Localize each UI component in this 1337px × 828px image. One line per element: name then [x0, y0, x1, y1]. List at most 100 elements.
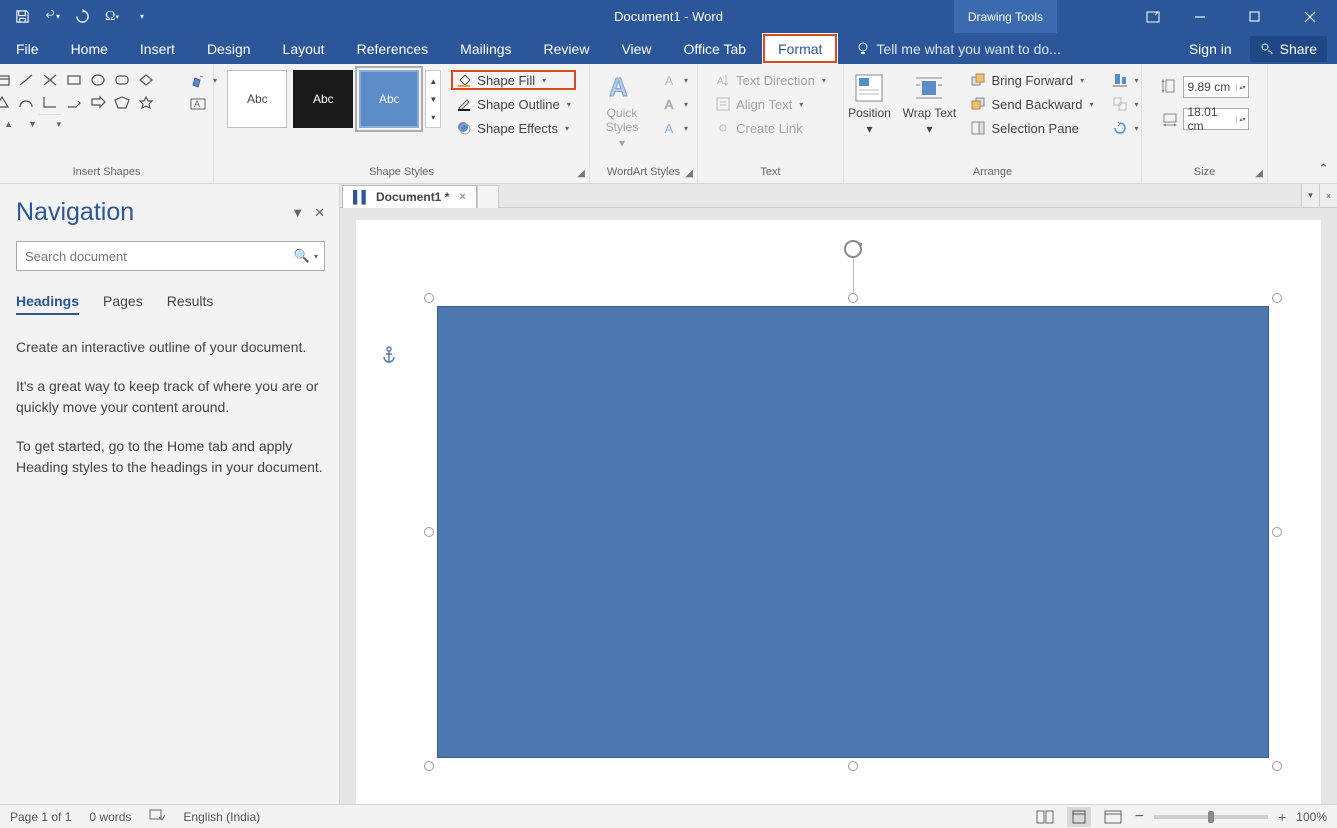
zoom-out-icon[interactable]: − [1135, 808, 1144, 826]
new-tab-button[interactable] [477, 185, 499, 208]
create-link-button[interactable]: Create Link [710, 118, 831, 138]
style-preset-1[interactable]: Abc [227, 70, 287, 128]
nav-close-icon[interactable]: ✕ [314, 205, 325, 221]
style-preset-2[interactable]: Abc [293, 70, 353, 128]
resize-handle[interactable] [848, 293, 858, 303]
position-button[interactable]: Position▾ [841, 70, 897, 136]
qat-more-icon[interactable]: ▾ [134, 9, 150, 25]
group-label-insert-shapes: Insert Shapes [6, 163, 207, 183]
tab-file[interactable]: File [0, 33, 55, 64]
resize-handle[interactable] [1272, 761, 1282, 771]
tab-view[interactable]: View [605, 33, 667, 64]
sign-in-link[interactable]: Sign in [1189, 41, 1232, 57]
web-layout-icon[interactable] [1101, 807, 1125, 827]
undo-icon[interactable]: ▾ [44, 9, 60, 25]
shape-effects-button[interactable]: Shape Effects▾ [451, 118, 575, 138]
resize-handle[interactable] [1272, 293, 1282, 303]
tab-mailings[interactable]: Mailings [444, 33, 527, 64]
nav-tab-results[interactable]: Results [167, 293, 214, 315]
tab-home[interactable]: Home [55, 33, 124, 64]
document-tab-close-icon[interactable]: × [459, 191, 465, 203]
resize-handle[interactable] [848, 761, 858, 771]
tab-close-all[interactable]: × [1319, 184, 1337, 207]
resize-handle[interactable] [1272, 527, 1282, 537]
zoom-slider[interactable] [1154, 815, 1268, 819]
tab-layout[interactable]: Layout [267, 33, 341, 64]
close-button[interactable] [1282, 0, 1337, 33]
redo-icon[interactable] [74, 9, 90, 25]
resize-handle[interactable] [424, 761, 434, 771]
zoom-level[interactable]: 100% [1296, 810, 1327, 824]
wordart-launcher-icon[interactable]: ◢ [685, 168, 693, 179]
tab-references[interactable]: References [341, 33, 445, 64]
spinner-icon[interactable]: ▴▾ [1236, 116, 1247, 123]
shapes-gallery[interactable]: ▲ ▼ ▾ [0, 70, 179, 134]
shape-styles-launcher-icon[interactable]: ◢ [577, 168, 585, 179]
shape-width-input[interactable]: 18.01 cm▴▾ [1183, 108, 1249, 130]
shape-height-input[interactable]: 9.89 cm▴▾ [1183, 76, 1249, 98]
print-layout-icon[interactable] [1067, 807, 1091, 827]
nav-search-box[interactable]: 🔍 ▾ [16, 241, 325, 271]
svg-text:A: A [194, 99, 200, 109]
resize-handle[interactable] [424, 527, 434, 537]
document-canvas[interactable] [356, 220, 1321, 804]
collapse-ribbon-icon[interactable]: ⌃ [1318, 161, 1329, 177]
style-gallery-more[interactable]: ▲▼▾ [425, 70, 441, 128]
text-outline-button[interactable]: A▾ [656, 94, 693, 114]
tab-format[interactable]: Format [762, 33, 838, 64]
minimize-button[interactable] [1172, 0, 1227, 33]
nav-tab-headings[interactable]: Headings [16, 293, 79, 315]
nav-hint-2: It's a great way to keep track of where … [16, 376, 325, 418]
shape-fill-button[interactable]: Shape Fill▾ [451, 70, 575, 90]
tab-design[interactable]: Design [191, 33, 267, 64]
bring-forward-button[interactable]: Bring Forward▾ [965, 70, 1098, 90]
spellcheck-icon[interactable] [149, 808, 165, 825]
rotation-handle-icon[interactable] [842, 238, 864, 260]
tab-office-tab[interactable]: Office Tab [668, 33, 763, 64]
align-text-button[interactable]: Align Text▾ [710, 94, 831, 114]
spinner-icon[interactable]: ▴▾ [1236, 84, 1247, 91]
tab-scroll-dropdown[interactable]: ▾ [1301, 184, 1319, 207]
group-label-size: Size◢ [1148, 163, 1261, 183]
tell-me-search[interactable]: Tell me what you want to do... [838, 33, 1060, 64]
search-icon[interactable]: 🔍 [294, 248, 310, 264]
text-effects-button[interactable]: A▾ [656, 118, 693, 138]
nav-menu-icon[interactable]: ▼ [291, 205, 304, 221]
status-page[interactable]: Page 1 of 1 [10, 810, 71, 824]
omega-icon[interactable]: Ω▾ [104, 9, 120, 25]
width-icon [1161, 109, 1179, 130]
send-backward-button[interactable]: Send Backward▾ [965, 94, 1098, 114]
ribbon-display-icon[interactable] [1134, 0, 1172, 33]
nav-search-input[interactable] [25, 249, 294, 264]
size-launcher-icon[interactable]: ◢ [1255, 168, 1263, 179]
status-words[interactable]: 0 words [89, 810, 131, 824]
style-preset-3[interactable]: Abc [359, 70, 419, 128]
nav-tab-pages[interactable]: Pages [103, 293, 143, 315]
rotate-button[interactable]: ▾ [1107, 118, 1144, 138]
align-button[interactable]: ▾ [1107, 70, 1144, 90]
maximize-button[interactable] [1227, 0, 1282, 33]
zoom-in-icon[interactable]: + [1278, 809, 1286, 825]
shape-style-gallery[interactable]: Abc Abc Abc ▲▼▾ [227, 70, 441, 128]
read-mode-icon[interactable] [1033, 807, 1057, 827]
save-icon[interactable] [14, 9, 30, 25]
wordart-icon: A [606, 72, 638, 104]
nav-body: Create an interactive outline of your do… [16, 337, 325, 496]
text-direction-button[interactable]: AText Direction▾ [710, 70, 831, 90]
tab-insert[interactable]: Insert [124, 33, 191, 64]
selected-shape[interactable] [429, 298, 1277, 766]
search-dropdown-icon[interactable]: ▾ [314, 252, 318, 261]
quick-styles-button[interactable]: A Quick Styles▾ [594, 70, 650, 150]
text-fill-button[interactable]: A▾ [656, 70, 693, 90]
share-button[interactable]: Share [1250, 36, 1327, 62]
selection-pane-button[interactable]: Selection Pane [965, 118, 1098, 138]
shape-rectangle[interactable] [437, 306, 1269, 758]
wrap-text-button[interactable]: Wrap Text▾ [901, 70, 957, 136]
tab-review[interactable]: Review [528, 33, 606, 64]
group-button[interactable]: ▾ [1107, 94, 1144, 114]
svg-text:A: A [717, 76, 724, 87]
status-language[interactable]: English (India) [183, 810, 260, 824]
shape-outline-button[interactable]: Shape Outline▾ [451, 94, 575, 114]
document-tab[interactable]: ▌▌ Document1 * × [342, 185, 477, 208]
resize-handle[interactable] [424, 293, 434, 303]
